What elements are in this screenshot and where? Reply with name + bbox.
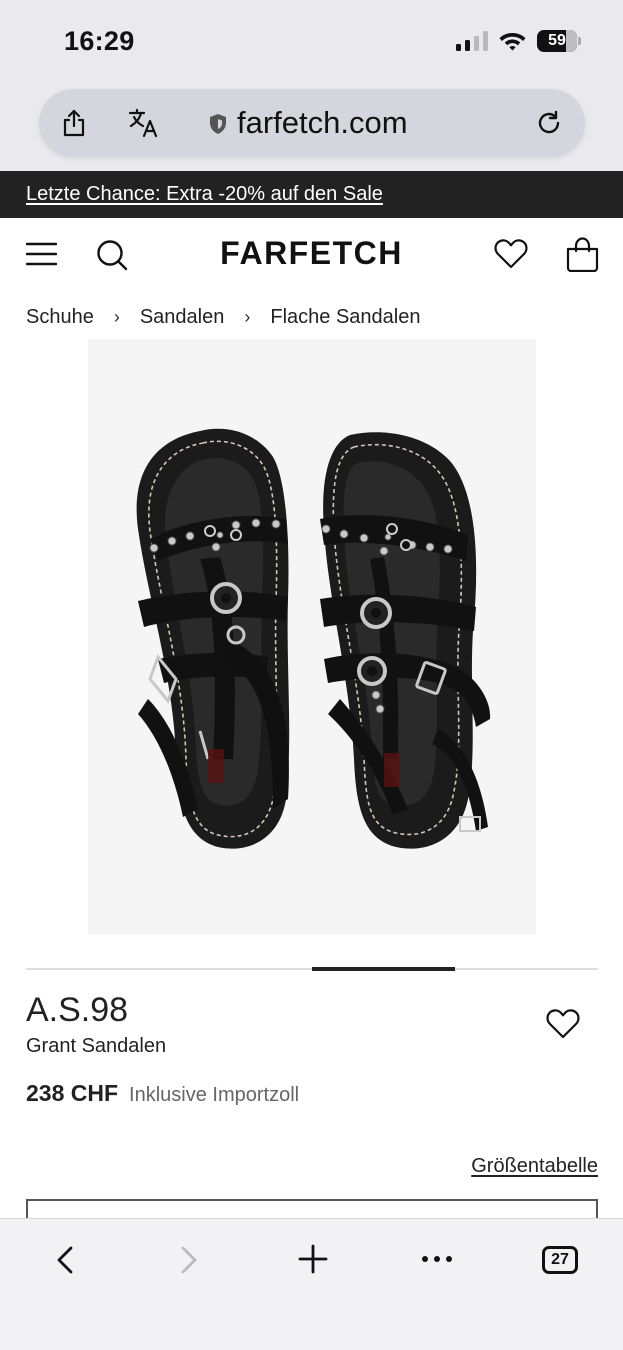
tabs-icon[interactable]: 27 <box>542 1246 578 1274</box>
heart-icon[interactable] <box>494 238 528 270</box>
browser-top-chrome: 16:29 59 farfetch.com <box>0 0 623 171</box>
translate-icon[interactable] <box>128 108 160 138</box>
site-logo[interactable]: FARFETCH <box>0 235 623 272</box>
price-row: 238 CHF Inklusive Importzoll <box>26 1080 299 1107</box>
product-name: Grant Sandalen <box>26 1035 167 1057</box>
breadcrumb-separator: › <box>113 306 120 327</box>
plus-icon[interactable] <box>298 1244 328 1274</box>
product-price: 238 CHF <box>26 1080 119 1106</box>
heart-icon[interactable] <box>546 1008 580 1040</box>
sandals-illustration <box>136 428 491 849</box>
share-icon[interactable] <box>60 109 88 137</box>
forward-icon[interactable] <box>177 1245 201 1275</box>
shield-icon <box>210 114 226 134</box>
promo-link[interactable]: Letzte Chance: Extra -20% auf den Sale <box>26 183 383 206</box>
breadcrumb-separator: › <box>244 306 251 327</box>
cellular-signal-icon <box>456 31 488 51</box>
battery-indicator: 59 <box>537 30 581 52</box>
price-note: Inklusive Importzoll <box>129 1084 300 1106</box>
more-icon[interactable] <box>421 1255 453 1263</box>
breadcrumb-item-flache-sandalen[interactable]: Flache Sandalen <box>270 306 420 329</box>
promo-banner: Letzte Chance: Extra -20% auf den Sale <box>0 171 623 218</box>
size-chart-link[interactable]: Größentabelle <box>471 1155 598 1178</box>
breadcrumb-item-sandalen[interactable]: Sandalen <box>140 306 225 329</box>
breadcrumb-item-schuhe[interactable]: Schuhe <box>26 306 94 329</box>
bag-icon[interactable] <box>566 237 599 272</box>
url-bar[interactable]: farfetch.com <box>39 89 585 157</box>
product-image[interactable] <box>88 339 536 935</box>
status-time: 16:29 <box>64 26 135 56</box>
battery-level: 59 <box>548 32 566 49</box>
carousel-active-indicator <box>312 967 455 971</box>
back-icon[interactable] <box>53 1245 77 1275</box>
reload-icon[interactable] <box>536 110 562 136</box>
site-header: FARFETCH <box>0 218 623 293</box>
browser-bottom-toolbar: 27 <box>0 1218 623 1350</box>
status-bar: 16:29 59 <box>0 0 623 82</box>
breadcrumb: Schuhe › Sandalen › Flache Sandalen <box>26 304 420 330</box>
url-domain[interactable]: farfetch.com <box>237 103 408 143</box>
product-brand[interactable]: A.S.98 <box>26 991 128 1030</box>
wifi-icon <box>499 33 526 51</box>
